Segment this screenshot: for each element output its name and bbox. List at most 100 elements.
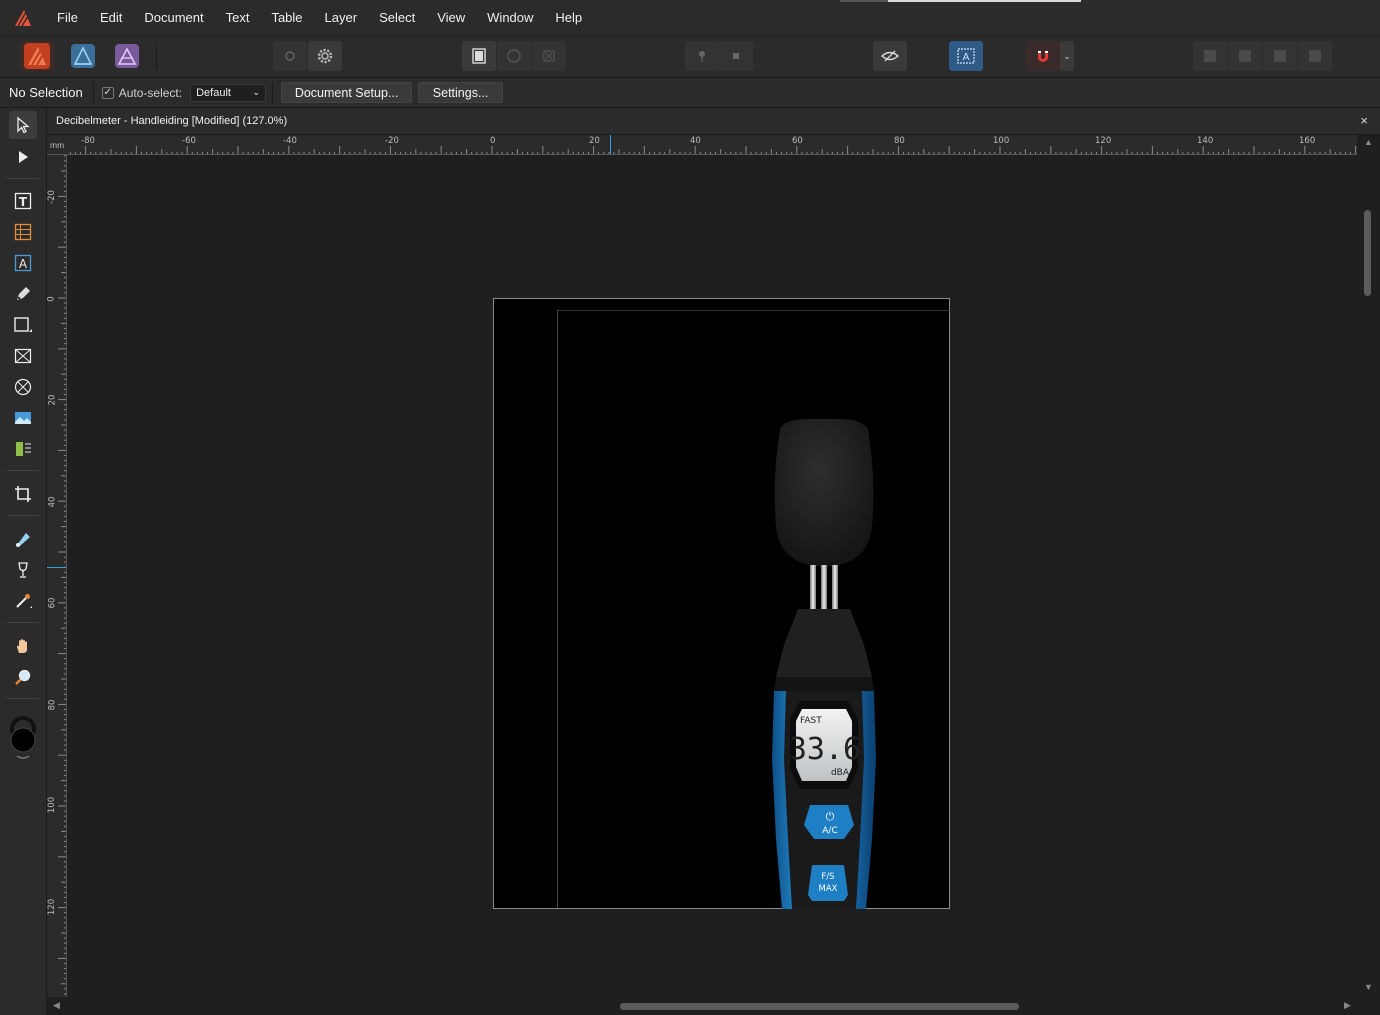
scroll-left-icon[interactable]: ◀ bbox=[53, 1000, 60, 1011]
auto-select-value: Default bbox=[196, 86, 231, 99]
arrange-icon bbox=[1239, 50, 1251, 62]
pin-inline-button[interactable] bbox=[719, 41, 753, 71]
menu-select[interactable]: Select bbox=[368, 0, 426, 36]
settings-gear-button[interactable] bbox=[308, 41, 342, 71]
document-tab[interactable]: Decibelmeter - Handleiding [Modified] (1… bbox=[47, 108, 1380, 135]
document-page[interactable]: FAST 33.6 dBA ⏻ A/C F/S MAX bbox=[493, 298, 951, 909]
vertical-scrollbar[interactable]: ▲ ▼ bbox=[1357, 135, 1380, 997]
text-frame-button[interactable]: A bbox=[949, 41, 983, 71]
fs-max-button[interactable] bbox=[808, 865, 848, 901]
ruler-label: 0 bbox=[490, 136, 496, 146]
view-mode-clip-button[interactable] bbox=[532, 41, 566, 71]
scroll-down-icon[interactable]: ▼ bbox=[1364, 982, 1373, 992]
pin-button[interactable] bbox=[685, 41, 719, 71]
preview-mode-button[interactable] bbox=[873, 41, 907, 71]
auto-select-dropdown[interactable]: Default ⌄ bbox=[190, 83, 267, 102]
menu-help[interactable]: Help bbox=[544, 0, 593, 36]
power-icon: ⏻ bbox=[826, 810, 835, 823]
picture-frame-tool[interactable] bbox=[9, 342, 37, 370]
auto-select-checkbox[interactable]: ✓ bbox=[101, 86, 114, 99]
zoom-tool[interactable] bbox=[9, 663, 37, 691]
photo-persona-icon bbox=[115, 44, 139, 68]
color-swatch-icon bbox=[10, 716, 36, 759]
decibel-meter-image[interactable]: FAST 33.6 dBA ⏻ A/C F/S MAX bbox=[764, 419, 924, 909]
pen-tool[interactable] bbox=[9, 280, 37, 308]
menu-file[interactable]: File bbox=[46, 0, 89, 36]
app-logo-icon[interactable] bbox=[0, 0, 46, 36]
ruler-label: 60 bbox=[792, 136, 803, 146]
svg-text:A: A bbox=[19, 257, 28, 271]
ruler-label: 100 bbox=[47, 796, 58, 814]
gear-icon bbox=[317, 48, 333, 64]
view-mode-normal-button[interactable] bbox=[462, 41, 496, 71]
view-tool[interactable] bbox=[9, 632, 37, 660]
crop-icon bbox=[15, 486, 31, 502]
publisher-persona-button[interactable] bbox=[20, 41, 54, 71]
artistic-text-icon: A bbox=[14, 254, 32, 272]
horizontal-scroll-thumb[interactable] bbox=[620, 1003, 1019, 1010]
image-icon bbox=[15, 412, 31, 424]
document-title: Decibelmeter - Handleiding [Modified] (1… bbox=[56, 115, 288, 127]
ruler-label: 20 bbox=[589, 136, 600, 146]
menu-edit[interactable]: Edit bbox=[89, 0, 133, 36]
ruler-label: 120 bbox=[47, 898, 58, 916]
menu-document[interactable]: Document bbox=[133, 0, 214, 36]
zoom-magnifier-icon bbox=[15, 669, 31, 685]
arrange-forward-button[interactable] bbox=[1193, 41, 1227, 71]
preflight-button[interactable] bbox=[273, 41, 307, 71]
ruler-label: 100 bbox=[993, 136, 1010, 146]
rectangle-tool[interactable] bbox=[9, 311, 37, 339]
arrange-backward-button[interactable] bbox=[1228, 41, 1262, 71]
fill-stroke-swatch[interactable] bbox=[8, 716, 38, 760]
horizontal-ruler[interactable]: mm -80 -60 -40 -20 0 20 40 60 80 100 120… bbox=[47, 135, 1380, 155]
frame-text-tool[interactable]: T bbox=[9, 187, 37, 215]
transparency-glass-icon bbox=[18, 562, 28, 578]
document-canvas[interactable]: FAST 33.6 dBA ⏻ A/C F/S MAX bbox=[67, 155, 1357, 997]
horizontal-scrollbar[interactable]: ◀ ▶ bbox=[47, 997, 1380, 1015]
scroll-right-icon[interactable]: ▶ bbox=[1344, 1000, 1351, 1011]
menu-layer[interactable]: Layer bbox=[314, 0, 369, 36]
move-tool[interactable] bbox=[9, 111, 37, 139]
color-picker-tool[interactable] bbox=[9, 587, 37, 615]
designer-persona-button[interactable] bbox=[66, 41, 100, 71]
cursor-position-marker bbox=[47, 567, 66, 568]
transparency-tool[interactable] bbox=[9, 556, 37, 584]
menu-view[interactable]: View bbox=[426, 0, 476, 36]
preview-eye-icon bbox=[880, 50, 900, 62]
eyedropper-icon bbox=[16, 594, 32, 608]
window-title-strip bbox=[840, 0, 888, 2]
table-tool[interactable] bbox=[9, 218, 37, 246]
document-setup-button[interactable]: Document Setup... bbox=[281, 82, 413, 103]
snapping-button[interactable] bbox=[1026, 41, 1060, 71]
rectangle-icon bbox=[14, 317, 32, 332]
node-arrow-icon bbox=[19, 151, 28, 163]
horizontal-ruler-ticks bbox=[69, 146, 1357, 154]
vertical-ruler[interactable]: -20 0 20 40 60 80 100 120 bbox=[47, 155, 67, 997]
photo-persona-button[interactable] bbox=[110, 41, 144, 71]
ellipse-frame-tool[interactable] bbox=[9, 373, 37, 401]
meter-reading: 33.6 bbox=[789, 732, 861, 767]
publisher-persona-icon bbox=[24, 43, 50, 69]
artistic-text-tool[interactable]: A bbox=[9, 249, 37, 277]
arrange-front-button[interactable] bbox=[1263, 41, 1297, 71]
fill-icon bbox=[16, 533, 30, 547]
place-image-tool[interactable] bbox=[9, 404, 37, 432]
vector-crop-tool[interactable] bbox=[9, 480, 37, 508]
view-mode-bleed-button[interactable] bbox=[497, 41, 531, 71]
vertical-scroll-thumb[interactable] bbox=[1364, 210, 1371, 296]
settings-button[interactable]: Settings... bbox=[418, 82, 504, 103]
text-frame-icon: A bbox=[957, 48, 975, 64]
scroll-up-icon[interactable]: ▲ bbox=[1364, 137, 1373, 147]
window-title-strip-active bbox=[888, 0, 1081, 2]
arrange-icon bbox=[1274, 50, 1286, 62]
menu-text[interactable]: Text bbox=[215, 0, 261, 36]
arrange-back-button[interactable] bbox=[1298, 41, 1332, 71]
snapping-options-dropdown[interactable]: ⌄ bbox=[1060, 41, 1074, 71]
move-arrow-icon bbox=[17, 116, 30, 134]
fill-tool[interactable] bbox=[9, 525, 37, 553]
node-tool[interactable] bbox=[9, 143, 37, 171]
menu-table[interactable]: Table bbox=[260, 0, 313, 36]
menu-window[interactable]: Window bbox=[476, 0, 544, 36]
vector-crop-tool-alt[interactable] bbox=[9, 435, 37, 463]
close-document-icon[interactable]: × bbox=[1360, 113, 1368, 128]
